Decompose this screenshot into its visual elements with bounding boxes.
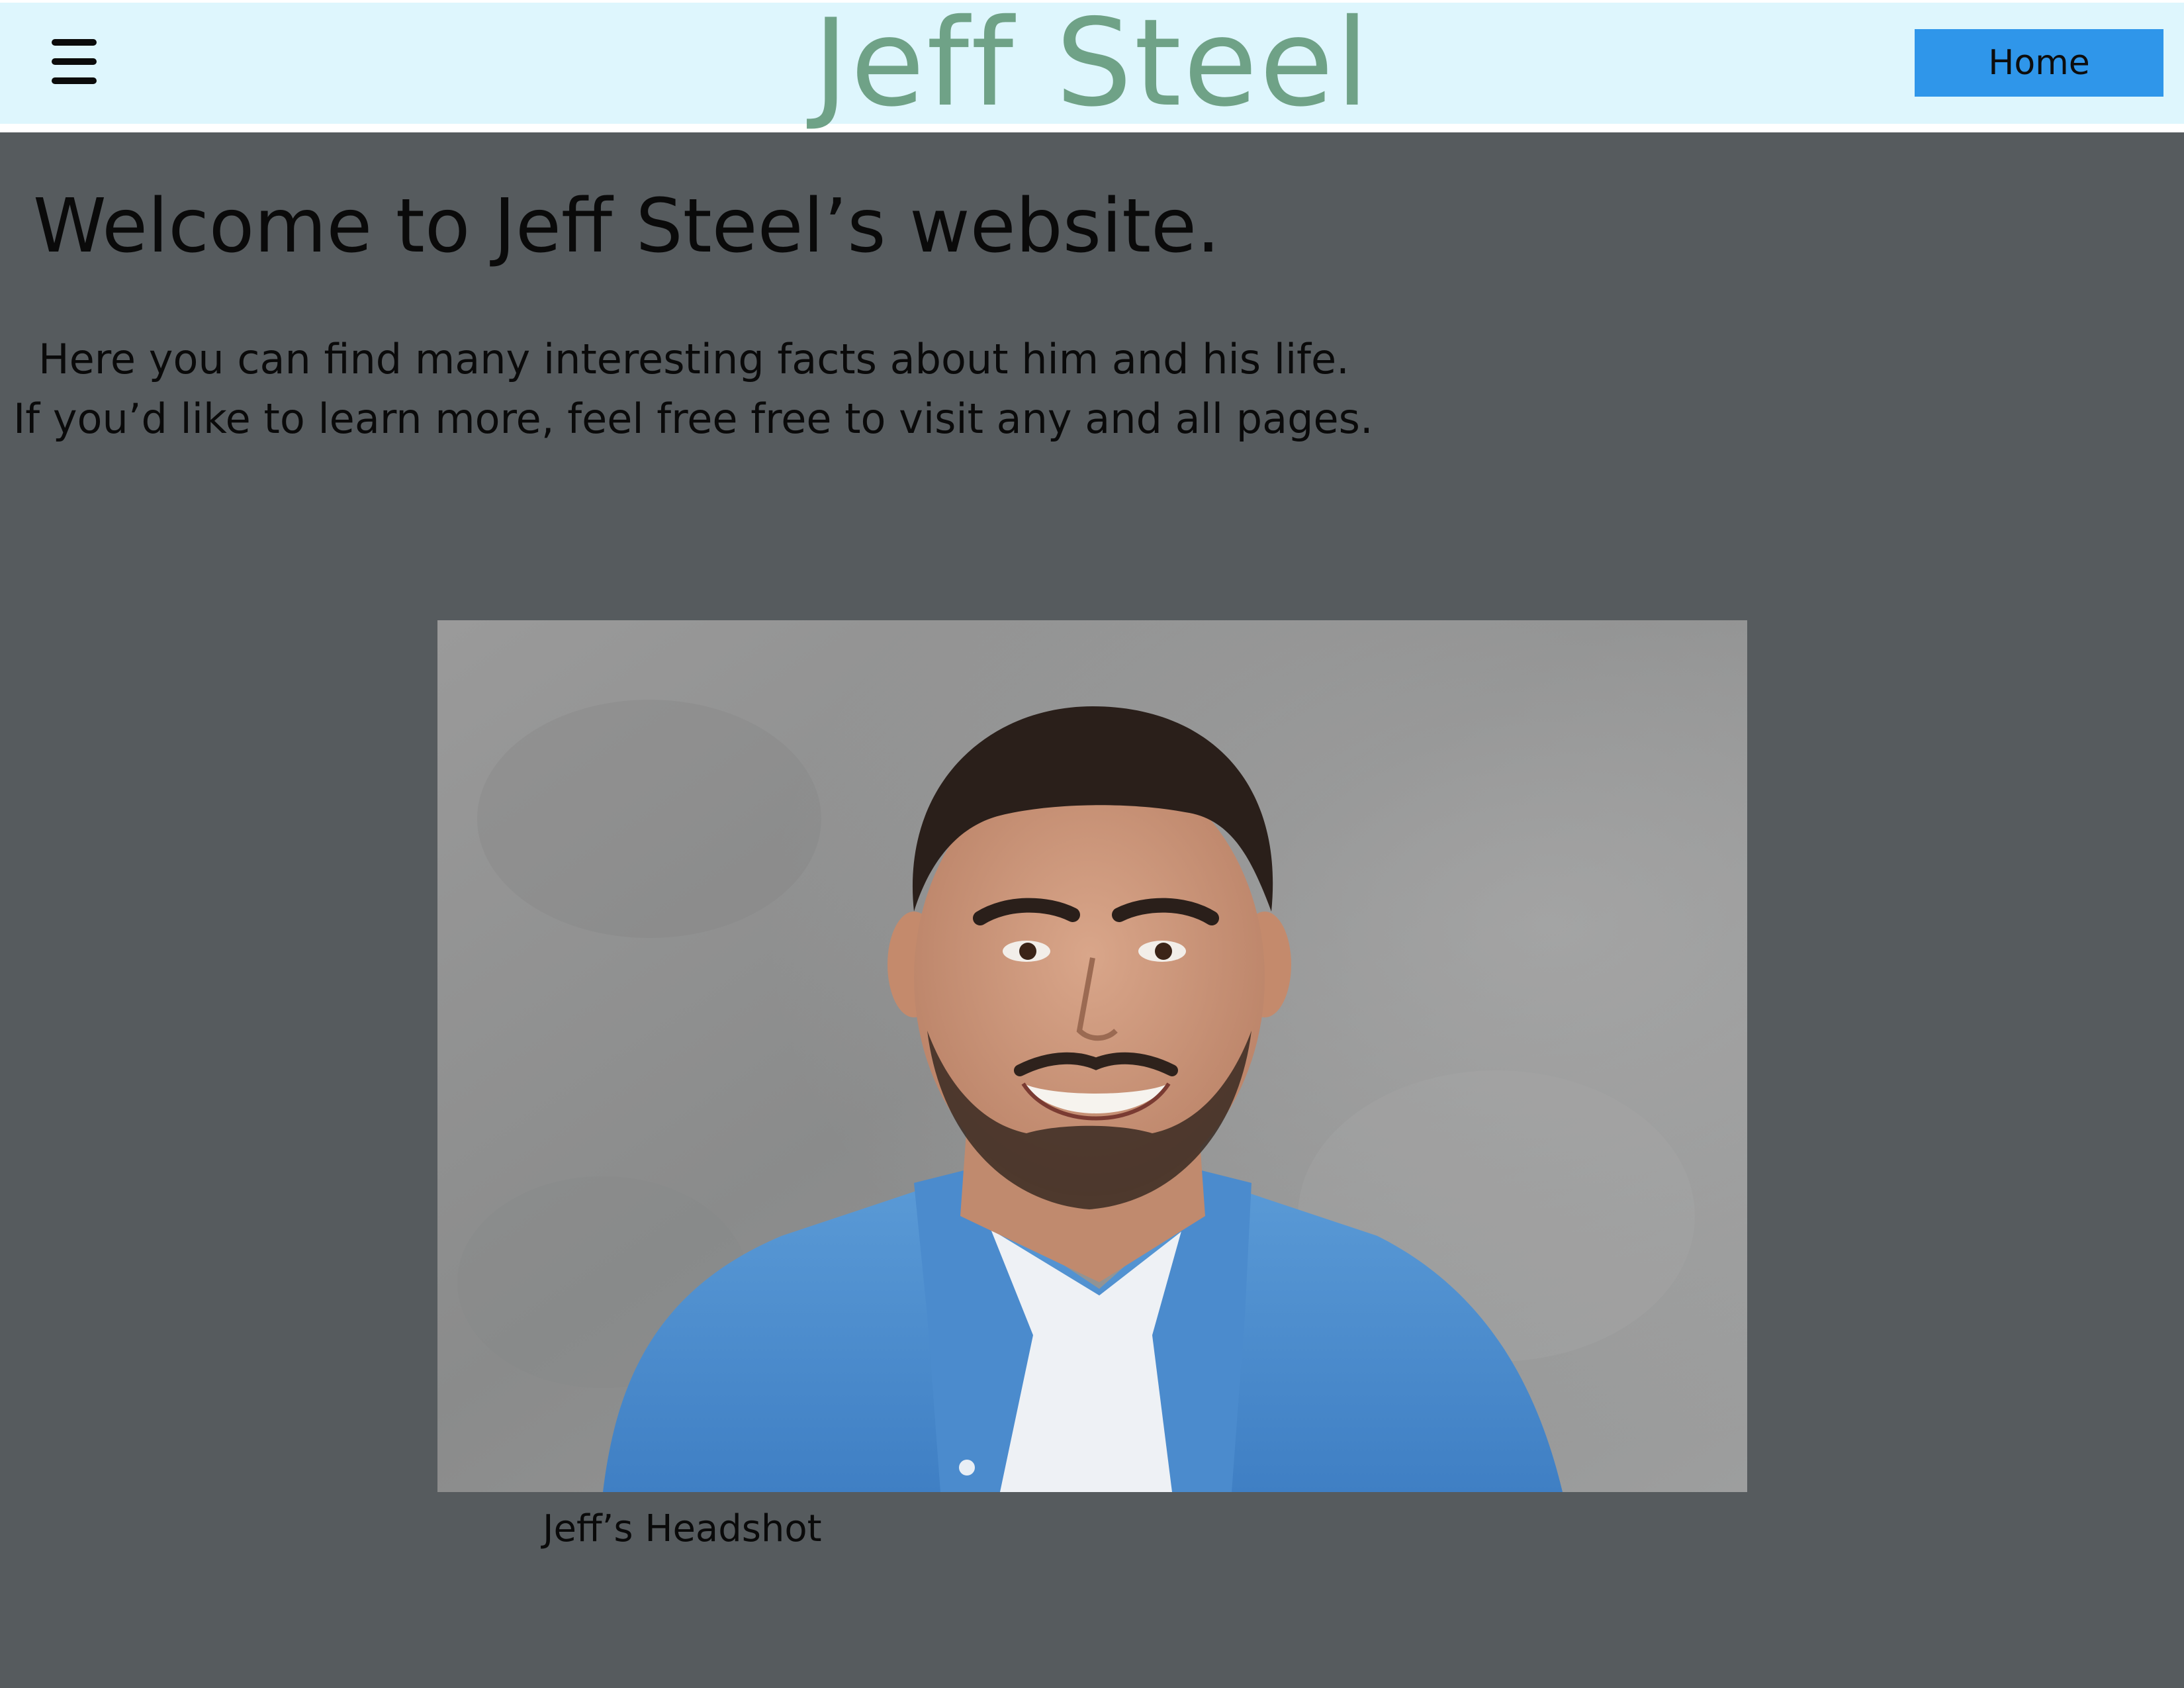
- welcome-heading: Welcome to Jeff Steel’s website.: [33, 183, 1220, 269]
- home-button[interactable]: Home: [1915, 29, 2163, 97]
- intro-line: Here you can find many interesting facts…: [38, 335, 1349, 383]
- site-title[interactable]: Jeff Steel: [0, 3, 2184, 124]
- intro-line: If you’d like to learn more, feel free f…: [13, 395, 1373, 443]
- photo-caption: Jeff’s Headshot: [543, 1507, 822, 1550]
- headshot-image: [437, 620, 1747, 1492]
- headshot-photo: [437, 620, 1747, 1492]
- intro-text: Here you can find many interesting facts…: [13, 330, 1469, 449]
